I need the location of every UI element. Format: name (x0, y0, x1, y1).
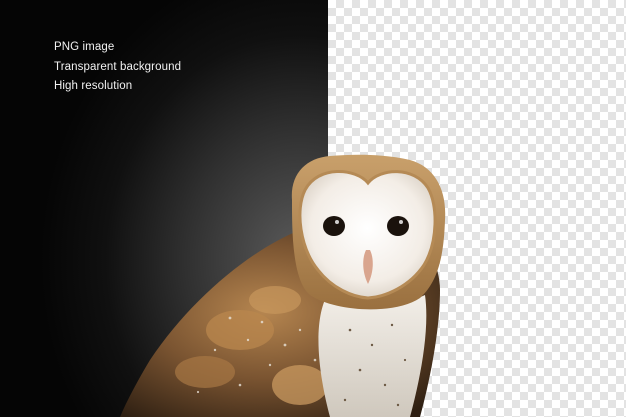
wing-patch (206, 310, 274, 350)
owl-left-eye (323, 216, 345, 236)
barn-owl-image (120, 154, 446, 417)
wing-patch (249, 286, 301, 314)
owl-right-eye (387, 216, 409, 236)
wing-patch (272, 365, 328, 405)
wing-patch (175, 356, 235, 388)
product-preview: PNG image Transparent background High re… (0, 0, 626, 417)
